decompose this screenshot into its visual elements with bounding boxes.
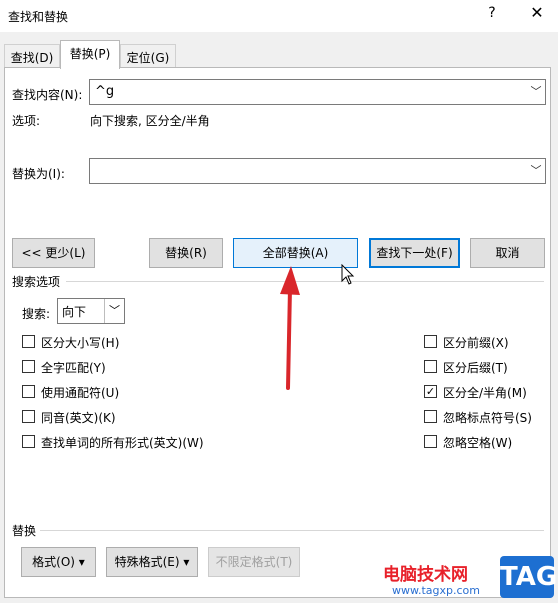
help-button[interactable]: ? (482, 5, 502, 25)
search-options-header: 搜索选项 (12, 275, 61, 289)
watermark-badge: TAG (500, 556, 557, 598)
chevron-down-icon[interactable]: ﹀ (527, 159, 545, 183)
checkbox-label: 同音(英文)(K) (41, 411, 116, 425)
mouse-cursor-icon (341, 264, 355, 285)
divider (40, 530, 544, 531)
tab-replace[interactable]: 替换(P) (60, 40, 120, 69)
find-value: ^g (95, 84, 115, 99)
checkbox-box[interactable] (22, 435, 35, 448)
no-formatting-button: 不限定格式(T) (208, 547, 300, 577)
format-button[interactable]: 格式(O) ▾ (21, 547, 96, 577)
tab-bar: 查找(D) 替换(P) 定位(G) (0, 40, 558, 69)
title-bar: 查找和替换 ? ✕ (0, 0, 558, 32)
checkbox-box[interactable] (424, 410, 437, 423)
chevron-down-icon[interactable]: ﹀ (527, 80, 545, 104)
annotation-arrow-icon (280, 266, 300, 390)
search-direction-select[interactable]: 向下 ﹀ (57, 298, 125, 324)
replace-label: 替换为(I): (12, 167, 65, 181)
search-direction-label: 搜索: (22, 307, 51, 321)
find-next-button[interactable]: 查找下一处(F) (369, 238, 460, 268)
close-button[interactable]: ✕ (524, 3, 550, 27)
find-input[interactable]: ^g ﹀ (89, 79, 546, 105)
special-button[interactable]: 特殊格式(E) ▾ (106, 547, 198, 577)
replace-input[interactable]: ﹀ (89, 158, 546, 184)
cancel-button[interactable]: 取消 (470, 238, 545, 268)
window-title: 查找和替换 (8, 10, 69, 24)
checkbox-label: 区分全/半角(M) (443, 386, 527, 400)
checkbox-box[interactable] (424, 435, 437, 448)
chevron-down-icon[interactable]: ﹀ (104, 299, 124, 323)
find-label: 查找内容(N): (12, 88, 83, 102)
checkbox-label: 忽略标点符号(S) (443, 411, 532, 425)
replace-section-header: 替换 (12, 524, 37, 538)
checkbox-label: 区分后缀(T) (443, 361, 508, 375)
checkbox-label: 全字匹配(Y) (41, 361, 106, 375)
options-value: 向下搜索, 区分全/半角 (90, 114, 210, 128)
tab-find[interactable]: 查找(D) (4, 44, 60, 68)
checkbox-label: 区分前缀(X) (443, 336, 509, 350)
tab-goto[interactable]: 定位(G) (120, 44, 176, 68)
checkbox-box[interactable] (424, 360, 437, 373)
replace-button[interactable]: 替换(R) (149, 238, 223, 268)
checkbox-box[interactable] (22, 335, 35, 348)
options-label: 选项: (12, 114, 41, 128)
checkbox-label: 区分大小写(H) (41, 336, 120, 350)
watermark-site-name: 电脑技术网 (383, 565, 468, 585)
checkbox-label: 查找单词的所有形式(英文)(W) (41, 436, 204, 450)
checkbox-box[interactable] (22, 410, 35, 423)
less-button[interactable]: << 更少(L) (12, 238, 95, 268)
checkbox-box[interactable] (424, 335, 437, 348)
search-direction-value: 向下 (62, 305, 87, 319)
watermark-url: www.tagxp.com (392, 584, 480, 597)
checkbox-box[interactable]: ✓ (424, 385, 437, 398)
checkbox-box[interactable] (22, 385, 35, 398)
checkbox-label: 忽略空格(W) (443, 436, 513, 450)
checkbox-label: 使用通配符(U) (41, 386, 120, 400)
checkbox-box[interactable] (22, 360, 35, 373)
